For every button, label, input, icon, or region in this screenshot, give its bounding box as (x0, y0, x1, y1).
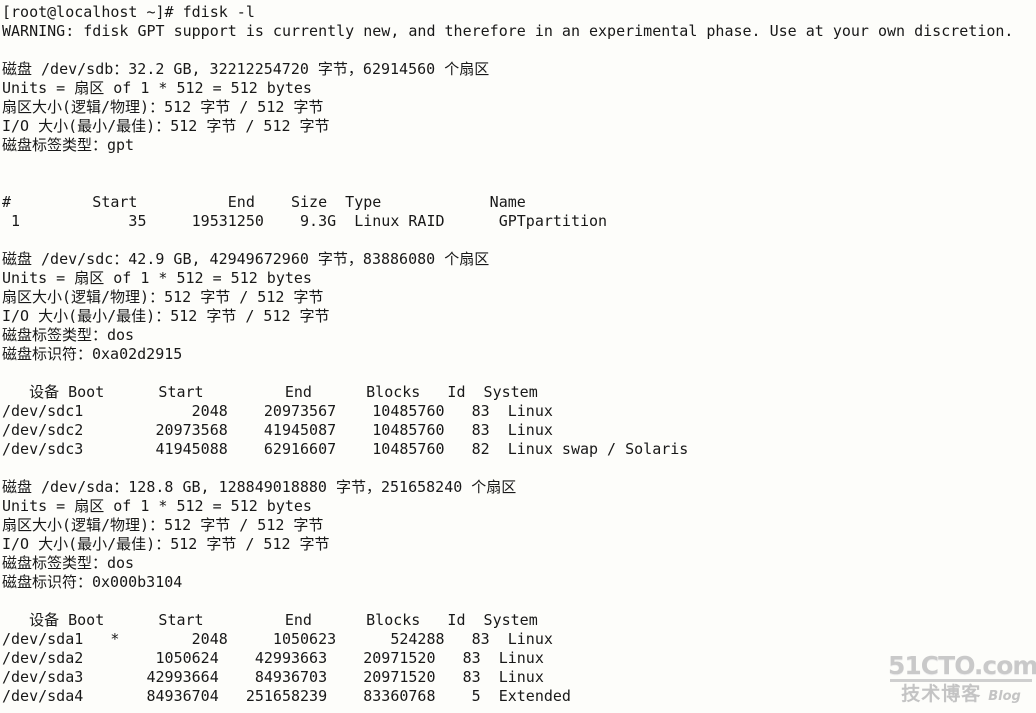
disk-units-line: Units = 扇区 of 1 * 512 = 512 bytes (2, 497, 312, 515)
disk-units-line: Units = 扇区 of 1 * 512 = 512 bytes (2, 269, 312, 287)
disk-units-line: Units = 扇区 of 1 * 512 = 512 bytes (2, 79, 312, 97)
disk-summary-line: 磁盘 /dev/sda：128.8 GB, 128849018880 字节，25… (2, 478, 517, 496)
disk-label-type-line: 磁盘标签类型：gpt (2, 136, 135, 154)
partition-row: 1 35 19531250 9.3G Linux RAID GPTpartiti… (2, 212, 608, 230)
partition-row: /dev/sdc3 41945088 62916607 10485760 82 … (2, 440, 689, 458)
gpt-warning-line: WARNING: fdisk GPT support is currently … (2, 22, 1014, 40)
disk-label-type-line: 磁盘标签类型：dos (2, 326, 135, 344)
disk-identifier-line: 磁盘标识符：0xa02d2915 (2, 345, 183, 363)
partition-row: /dev/sda2 1050624 42993663 20971520 83 L… (2, 649, 544, 667)
disk-sector-size-line: 扇区大小(逻辑/物理)：512 字节 / 512 字节 (2, 288, 324, 306)
terminal-window: [root@localhost ~]# fdisk -l WARNING: fd… (0, 0, 1036, 713)
partition-table-header: # Start End Size Type Name (2, 193, 526, 211)
disk-io-size-line: I/O 大小(最小/最佳)：512 字节 / 512 字节 (2, 535, 330, 553)
disk-identifier-line: 磁盘标识符：0x000b3104 (2, 573, 183, 591)
partition-row: /dev/sda3 42993664 84936703 20971520 83 … (2, 668, 544, 686)
partition-row: /dev/sdc2 20973568 41945087 10485760 83 … (2, 421, 553, 439)
disk-summary-line: 磁盘 /dev/sdb：32.2 GB, 32212254720 字节，6291… (2, 60, 490, 78)
disk-sector-size-line: 扇区大小(逻辑/物理)：512 字节 / 512 字节 (2, 98, 324, 116)
partition-row: /dev/sda1 * 2048 1050623 524288 83 Linux (2, 630, 553, 648)
shell-prompt-line: [root@localhost ~]# fdisk -l (2, 3, 255, 21)
partition-table-header: 设备 Boot Start End Blocks Id System (2, 611, 538, 629)
partition-row: /dev/sdc1 2048 20973567 10485760 83 Linu… (2, 402, 553, 420)
disk-sector-size-line: 扇区大小(逻辑/物理)：512 字节 / 512 字节 (2, 516, 324, 534)
disk-io-size-line: I/O 大小(最小/最佳)：512 字节 / 512 字节 (2, 117, 330, 135)
partition-row: /dev/sda4 84936704 251658239 83360768 5 … (2, 687, 571, 705)
disk-label-type-line: 磁盘标签类型：dos (2, 554, 135, 572)
disk-io-size-line: I/O 大小(最小/最佳)：512 字节 / 512 字节 (2, 307, 330, 325)
partition-table-header: 设备 Boot Start End Blocks Id System (2, 383, 538, 401)
disk-summary-line: 磁盘 /dev/sdc：42.9 GB, 42949672960 字节，8388… (2, 250, 490, 268)
